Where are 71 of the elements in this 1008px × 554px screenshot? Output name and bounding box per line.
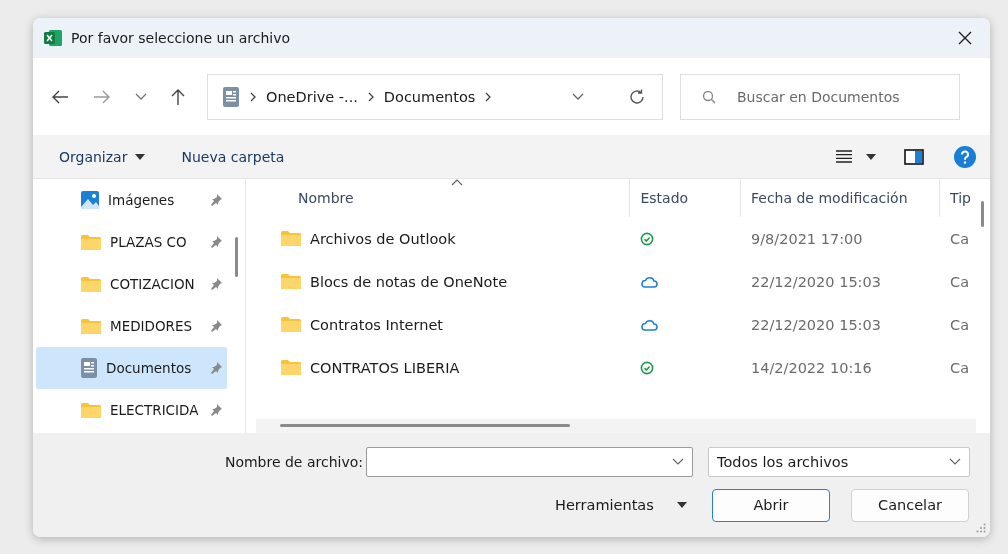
file-row-name[interactable]: Blocs de notas de OneNote [256, 260, 631, 303]
chevron-down-icon [949, 458, 961, 466]
caret-icon [677, 502, 687, 508]
file-type-dropdown[interactable]: Todos los archivos [708, 447, 970, 477]
field-label: Nombre de archivo: [223, 454, 364, 470]
table-cell-text: 9/8/2021 17:00 [749, 229, 864, 249]
file-row-name[interactable]: Contratos Internet [256, 303, 631, 346]
open-button[interactable]: Abrir [712, 488, 830, 522]
document-icon [80, 357, 98, 379]
cancel-button[interactable]: Cancelar [851, 488, 969, 522]
sidebar-item[interactable]: PLAZAS CO [36, 221, 227, 263]
breadcrumb[interactable]: Documentos [383, 88, 476, 105]
address-bar[interactable]: OneDrive -... Documentos [207, 73, 663, 120]
sidebar-item[interactable]: Documentos [36, 347, 227, 389]
back-arrow-icon[interactable] [51, 89, 69, 104]
column-header[interactable]: Tip [940, 179, 976, 217]
chevron-down-icon[interactable] [672, 458, 684, 466]
file-row-name[interactable]: CONTRATOS LIBERIA [256, 346, 631, 389]
scrollbar-thumb[interactable] [981, 201, 984, 227]
search-field[interactable]: Buscar en Documentos [680, 73, 960, 120]
folder-icon [80, 401, 102, 419]
table-cell-text: 22/12/2020 15:03 [749, 315, 882, 335]
table-cell-text: Ca [949, 315, 971, 335]
sort-up-icon [450, 179, 463, 186]
up-arrow-icon[interactable] [171, 87, 185, 106]
close-icon[interactable] [958, 31, 972, 45]
resize-grip-icon [976, 523, 986, 533]
sidebar-item[interactable]: ELECTRICIDA [36, 389, 227, 431]
help-icon[interactable] [954, 145, 976, 168]
spreadsheet-app-icon [43, 28, 63, 48]
table-cell-text: Ca [949, 272, 971, 292]
chevron-down-icon[interactable] [572, 92, 584, 101]
table-cell-text: Ca [949, 358, 971, 378]
column-header[interactable]: Nombre [256, 179, 631, 217]
caret-icon [135, 153, 146, 160]
folder-icon [280, 230, 302, 247]
forward-arrow-icon[interactable] [93, 89, 111, 104]
folder-icon [80, 233, 102, 251]
chevron-right-icon [250, 91, 256, 102]
list-view-icon[interactable] [836, 150, 852, 163]
picture-icon [80, 190, 100, 210]
sidebar-item[interactable]: Imágenes [36, 179, 227, 221]
tools-button[interactable]: Herramientas [549, 493, 693, 517]
file-row-name[interactable]: Archivos de Outlook [256, 217, 631, 260]
folder-icon [280, 273, 302, 290]
table-cell-text: 14/2/2022 10:16 [749, 358, 873, 378]
chevron-right-icon [367, 91, 374, 102]
document-icon [222, 85, 240, 108]
folder-icon [80, 317, 102, 335]
folder-icon [280, 316, 302, 333]
view-options-caret-icon[interactable] [866, 153, 876, 160]
file-name-field[interactable] [366, 447, 693, 477]
window-title: Por favor seleccione un archivo [71, 30, 290, 46]
organize-button[interactable]: Organizar [51, 144, 154, 169]
scrollbar-thumb[interactable] [280, 424, 570, 427]
folder-icon [280, 359, 302, 376]
table-cell-text: Ca [949, 229, 971, 249]
refresh-icon[interactable] [628, 87, 646, 106]
search-icon [702, 89, 716, 104]
sidebar-item[interactable]: COTIZACION [36, 263, 227, 305]
preview-pane-icon[interactable] [904, 148, 924, 165]
chevron-down-icon[interactable] [135, 92, 147, 101]
column-header[interactable]: Estado [630, 179, 741, 217]
new-folder-button[interactable]: Nueva carpeta [173, 144, 293, 169]
table-cell-text: 22/12/2020 15:03 [749, 272, 882, 292]
folder-icon [80, 275, 102, 293]
sidebar-item[interactable]: MEDIDORES [36, 305, 227, 347]
scrollbar-thumb[interactable] [234, 237, 238, 277]
chevron-right-icon[interactable] [485, 91, 492, 102]
breadcrumb[interactable]: OneDrive -... [266, 88, 358, 105]
column-header[interactable]: Fecha de modificación [741, 179, 941, 217]
